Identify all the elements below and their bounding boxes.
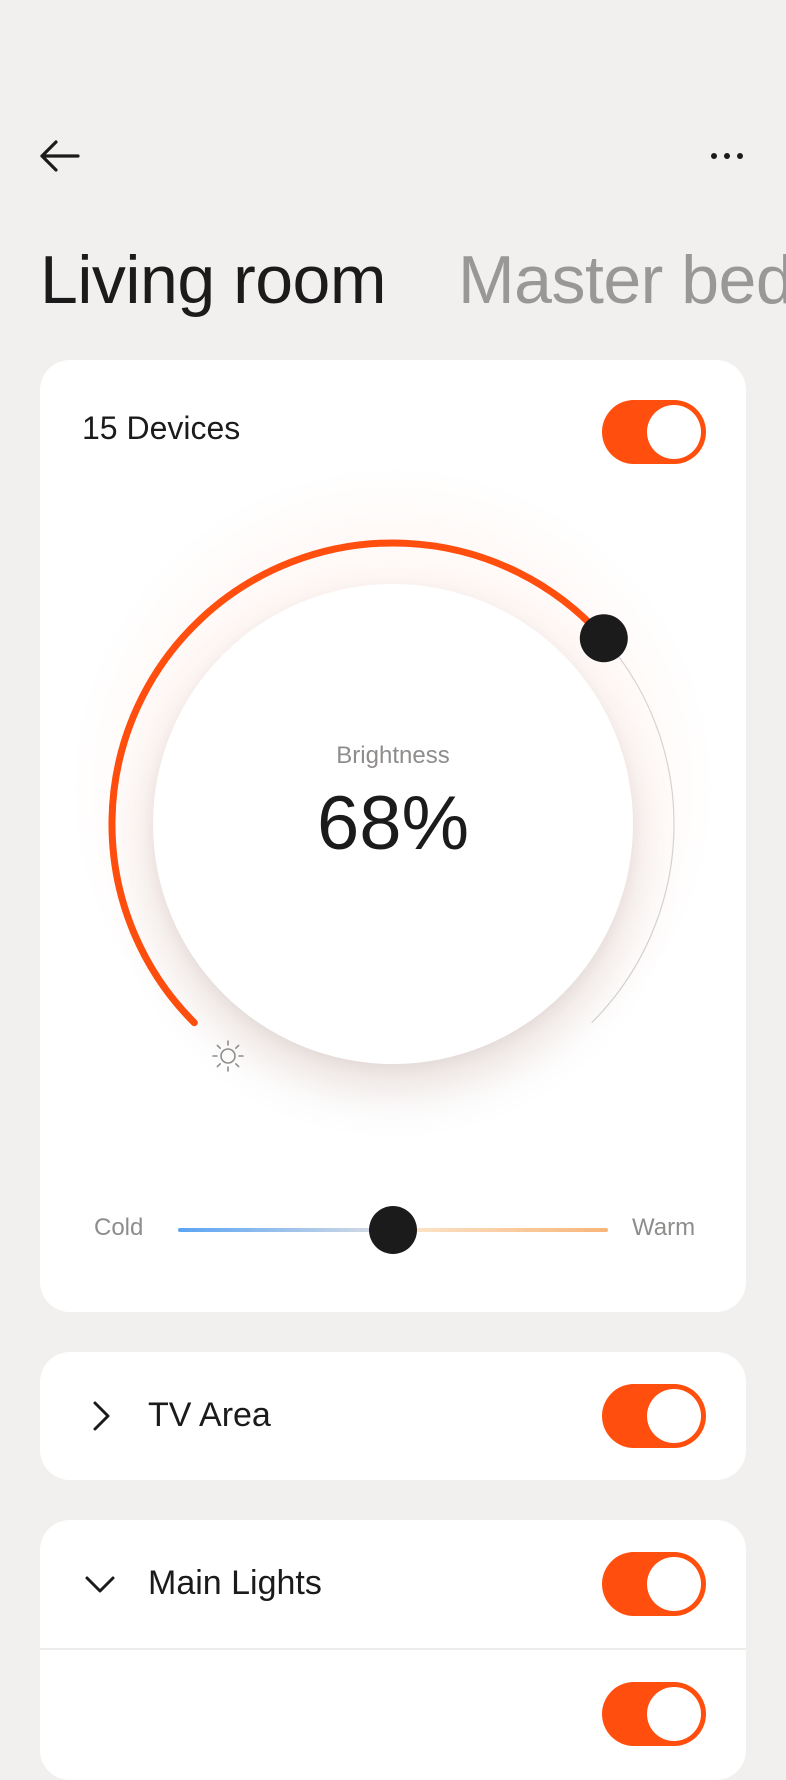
color-temperature-slider: Cold Warm bbox=[40, 1200, 746, 1260]
more-button[interactable] bbox=[700, 138, 754, 174]
tv-area-toggle[interactable] bbox=[602, 1384, 706, 1448]
more-horizontal-icon bbox=[711, 153, 743, 159]
brightness-thumb[interactable] bbox=[579, 614, 628, 663]
brightness-value: 68% bbox=[316, 781, 470, 866]
chevron-right-icon[interactable] bbox=[82, 1398, 118, 1434]
group-card-main-lights: Main Lights bbox=[40, 1520, 746, 1780]
chevron-down-icon[interactable] bbox=[82, 1566, 118, 1602]
room-control-card: 15 Devices Brightness 68% Cold Warm bbox=[40, 360, 746, 1312]
tab-living-room[interactable]: Living room bbox=[40, 240, 387, 320]
back-button[interactable] bbox=[34, 132, 84, 182]
toggle-knob bbox=[647, 1389, 701, 1443]
group-label: Main Lights bbox=[148, 1564, 322, 1602]
toggle-knob bbox=[647, 1687, 701, 1741]
warm-label: Warm bbox=[632, 1214, 696, 1241]
sun-icon bbox=[212, 1040, 244, 1072]
group-label: TV Area bbox=[148, 1396, 271, 1434]
cold-label: Cold bbox=[94, 1214, 144, 1241]
brightness-dial: Brightness 68% bbox=[40, 360, 746, 1312]
room-tabs: Living room Master bedroom bbox=[0, 240, 786, 330]
top-bar bbox=[0, 0, 786, 220]
arrow-left-icon bbox=[40, 140, 80, 172]
toggle-knob bbox=[647, 1557, 701, 1611]
temperature-thumb[interactable] bbox=[369, 1206, 417, 1254]
main-lights-toggle[interactable] bbox=[602, 1552, 706, 1616]
group-card-tv-area: TV Area bbox=[40, 1352, 746, 1480]
divider bbox=[40, 1648, 746, 1650]
tab-master-bedroom[interactable]: Master bedroom bbox=[458, 240, 786, 320]
brightness-label: Brightness bbox=[336, 742, 450, 769]
light-item-toggle[interactable] bbox=[602, 1682, 706, 1746]
